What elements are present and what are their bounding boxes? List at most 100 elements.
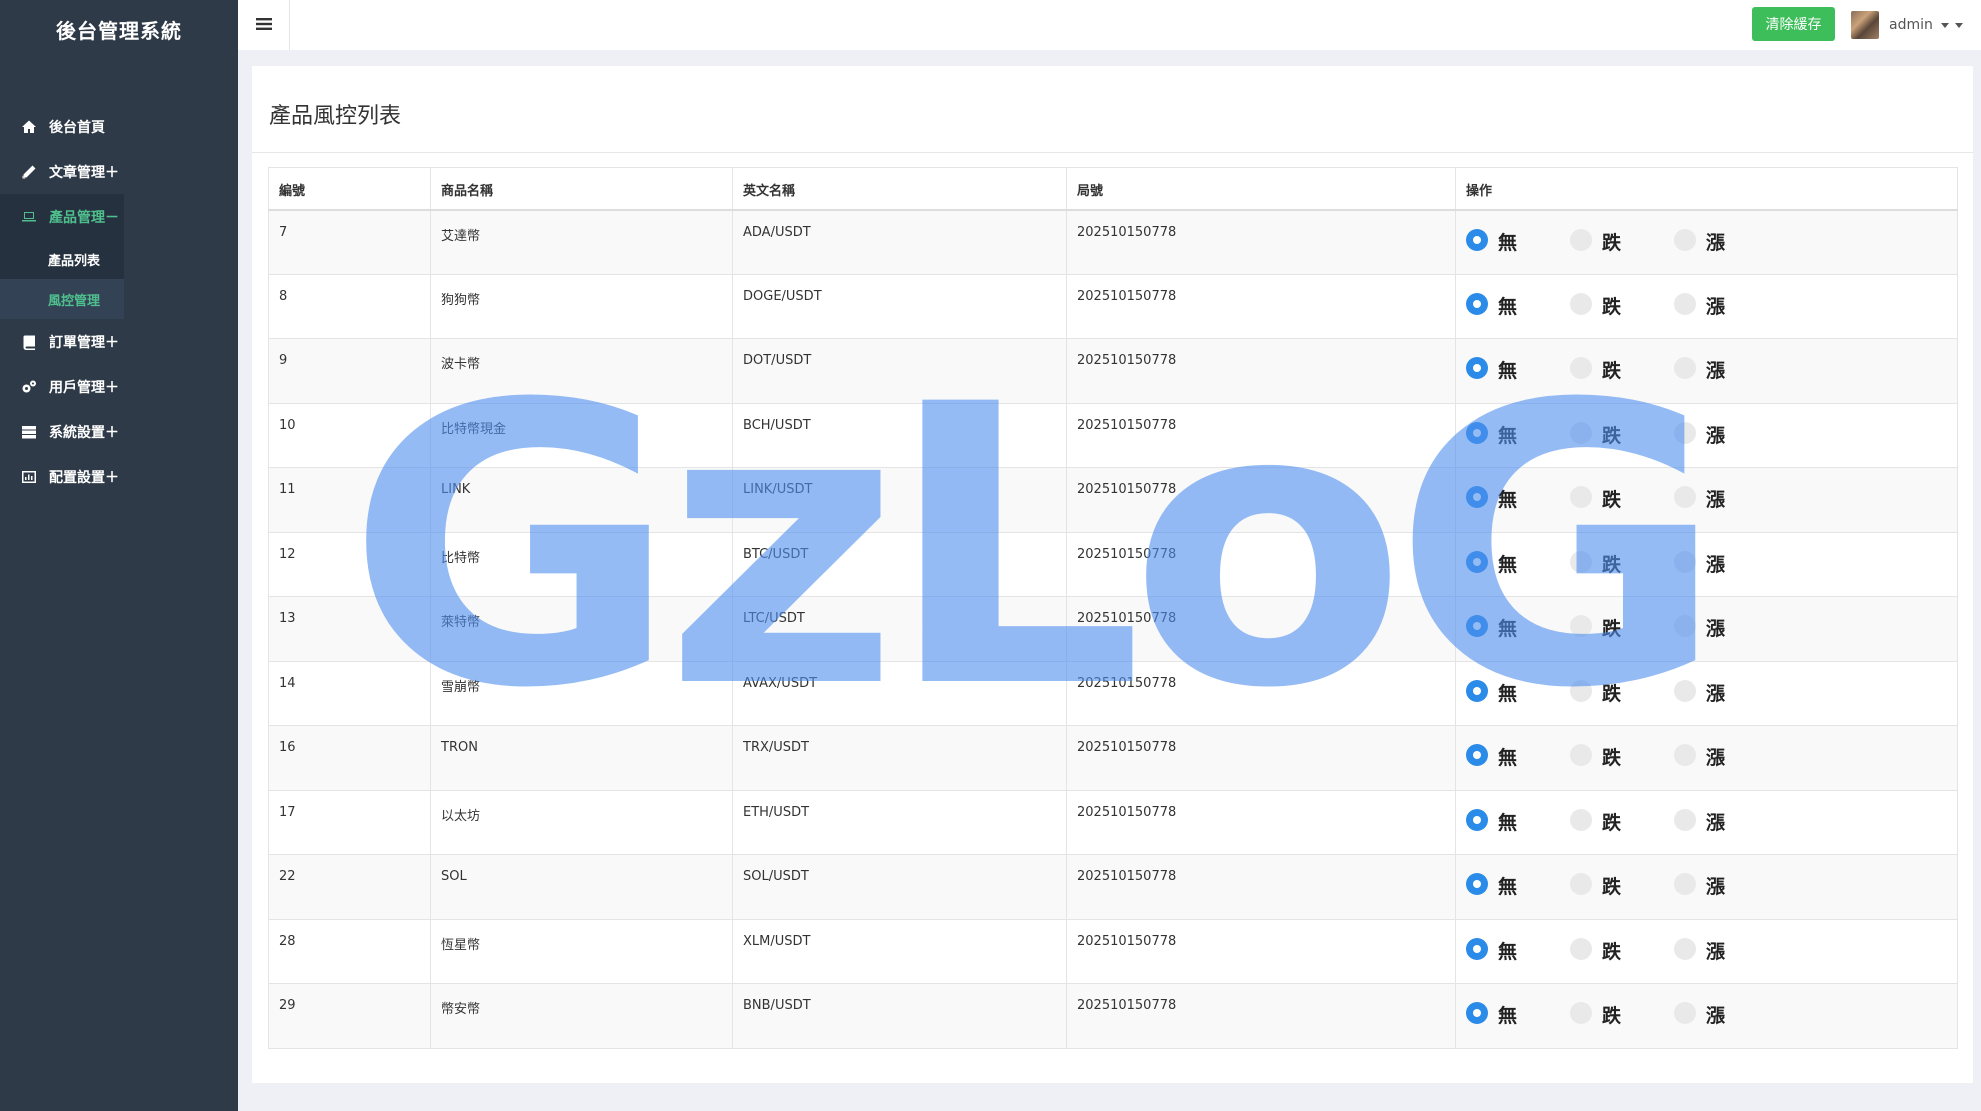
radio-indicator[interactable]	[1466, 744, 1488, 766]
sidebar-subitem-product-list[interactable]: 產品列表	[0, 239, 124, 279]
radio-indicator[interactable]	[1570, 550, 1592, 573]
radio-indicator[interactable]	[1674, 486, 1696, 508]
risk-option-radio[interactable]: 無	[1466, 482, 1570, 512]
risk-option-radio[interactable]: 漲	[1674, 611, 1778, 641]
cell-english-name: TRX/USDT	[732, 725, 1067, 791]
sidebar-item-users[interactable]: 用戶管理＋	[0, 364, 238, 409]
cell-id: 22	[268, 854, 431, 920]
radio-indicator[interactable]	[1466, 679, 1488, 702]
column-header-english-name: 英文名稱	[732, 167, 1067, 211]
risk-option-radio[interactable]: 無	[1466, 353, 1570, 383]
radio-indicator[interactable]	[1570, 808, 1592, 831]
risk-option-radio[interactable]: 跌	[1570, 805, 1674, 835]
radio-indicator[interactable]	[1674, 744, 1696, 766]
radio-indicator[interactable]	[1674, 421, 1696, 444]
radio-indicator[interactable]	[1570, 421, 1592, 444]
radio-indicator[interactable]	[1570, 486, 1592, 508]
radio-indicator[interactable]	[1466, 1002, 1488, 1024]
radio-indicator[interactable]	[1674, 873, 1696, 895]
radio-label: 跌	[1602, 618, 1622, 640]
risk-option-radio[interactable]: 漲	[1674, 547, 1778, 577]
sidebar-item-home[interactable]: 後台首頁	[0, 104, 238, 149]
user-menu[interactable]: admin	[1851, 10, 1963, 40]
risk-option-radio[interactable]: 跌	[1570, 547, 1674, 577]
risk-option-radio[interactable]: 無	[1466, 934, 1570, 964]
radio-indicator[interactable]	[1674, 937, 1696, 960]
radio-indicator[interactable]	[1466, 615, 1488, 637]
sidebar-item-system-settings[interactable]: 系統設置＋	[0, 409, 238, 454]
risk-option-radio[interactable]: 跌	[1570, 998, 1674, 1028]
radio-indicator[interactable]	[1674, 1002, 1696, 1024]
radio-indicator[interactable]	[1466, 486, 1488, 508]
risk-option-radio[interactable]: 漲	[1674, 353, 1778, 383]
radio-indicator[interactable]	[1466, 292, 1488, 315]
risk-option-radio[interactable]: 無	[1466, 869, 1570, 899]
risk-option-radio[interactable]: 漲	[1674, 869, 1778, 899]
risk-option-radio[interactable]: 無	[1466, 676, 1570, 706]
radio-indicator[interactable]	[1570, 228, 1592, 251]
risk-option-radio[interactable]: 漲	[1674, 998, 1778, 1028]
radio-indicator[interactable]	[1466, 550, 1488, 573]
risk-option-radio[interactable]: 無	[1466, 547, 1570, 577]
risk-option-radio[interactable]: 無	[1466, 805, 1570, 835]
page-title: 產品風控列表	[269, 104, 402, 129]
risk-option-radio[interactable]: 跌	[1570, 934, 1674, 964]
risk-option-radio[interactable]: 跌	[1570, 289, 1674, 319]
risk-option-radio[interactable]: 漲	[1674, 676, 1778, 706]
radio-indicator[interactable]	[1570, 357, 1592, 379]
cell-english-name: DOT/USDT	[732, 338, 1067, 404]
risk-option-radio[interactable]: 跌	[1570, 869, 1674, 899]
menu-toggle-button[interactable]	[238, 0, 290, 50]
sidebar-item-products[interactable]: 產品管理－	[0, 194, 124, 239]
risk-option-radio[interactable]: 漲	[1674, 482, 1778, 512]
sidebar-item-articles[interactable]: 文章管理＋	[0, 149, 238, 194]
radio-indicator[interactable]	[1674, 292, 1696, 315]
radio-indicator[interactable]	[1674, 808, 1696, 831]
radio-indicator[interactable]	[1570, 744, 1592, 766]
risk-option-radio[interactable]: 漲	[1674, 289, 1778, 319]
sidebar-item-config-settings[interactable]: 配置設置＋	[0, 454, 238, 499]
risk-option-radio[interactable]: 無	[1466, 289, 1570, 319]
radio-indicator[interactable]	[1674, 357, 1696, 379]
radio-indicator[interactable]	[1674, 679, 1696, 702]
risk-option-radio[interactable]: 無	[1466, 611, 1570, 641]
radio-indicator[interactable]	[1466, 421, 1488, 444]
radio-indicator[interactable]	[1674, 615, 1696, 637]
risk-option-radio[interactable]: 漲	[1674, 418, 1778, 448]
risk-option-radio[interactable]: 無	[1466, 225, 1570, 255]
risk-option-radio[interactable]: 跌	[1570, 740, 1674, 770]
risk-option-radio[interactable]: 無	[1466, 418, 1570, 448]
risk-option-radio[interactable]: 漲	[1674, 805, 1778, 835]
risk-option-radio[interactable]: 無	[1466, 740, 1570, 770]
radio-indicator[interactable]	[1570, 292, 1592, 315]
risk-option-radio[interactable]: 跌	[1570, 482, 1674, 512]
sidebar-subitem-risk-control[interactable]: 風控管理	[0, 279, 124, 319]
risk-option-radio[interactable]: 跌	[1570, 225, 1674, 255]
risk-option-radio[interactable]: 無	[1466, 998, 1570, 1028]
radio-indicator[interactable]	[1674, 550, 1696, 573]
cell-actions: 無跌漲	[1455, 531, 1958, 597]
clear-cache-button[interactable]: 清除緩存	[1752, 7, 1835, 41]
radio-indicator[interactable]	[1466, 357, 1488, 379]
radio-indicator[interactable]	[1466, 808, 1488, 831]
radio-indicator[interactable]	[1466, 937, 1488, 960]
radio-indicator[interactable]	[1466, 873, 1488, 895]
risk-option-radio[interactable]: 漲	[1674, 740, 1778, 770]
risk-option-radio[interactable]: 跌	[1570, 418, 1674, 448]
radio-indicator[interactable]	[1570, 679, 1592, 702]
table-row: 13 萊特幣 LTC/USDT 202510150778 無 跌 漲	[268, 596, 1958, 662]
risk-option-radio[interactable]: 跌	[1570, 353, 1674, 383]
risk-option-radio[interactable]: 跌	[1570, 676, 1674, 706]
radio-indicator[interactable]	[1570, 873, 1592, 895]
radio-label: 漲	[1706, 231, 1726, 254]
sidebar-item-orders[interactable]: 訂單管理＋	[0, 319, 238, 364]
radio-indicator[interactable]	[1570, 615, 1592, 637]
content-panel: 產品風控列表 編號 商品名稱 英文名稱 局號 操作 7 艾達幣 ADA/USDT 20…	[252, 66, 1973, 1083]
radio-indicator[interactable]	[1466, 228, 1488, 251]
risk-option-radio[interactable]: 跌	[1570, 611, 1674, 641]
risk-option-radio[interactable]: 漲	[1674, 225, 1778, 255]
radio-indicator[interactable]	[1674, 228, 1696, 251]
radio-indicator[interactable]	[1570, 1002, 1592, 1024]
radio-indicator[interactable]	[1570, 937, 1592, 960]
risk-option-radio[interactable]: 漲	[1674, 934, 1778, 964]
